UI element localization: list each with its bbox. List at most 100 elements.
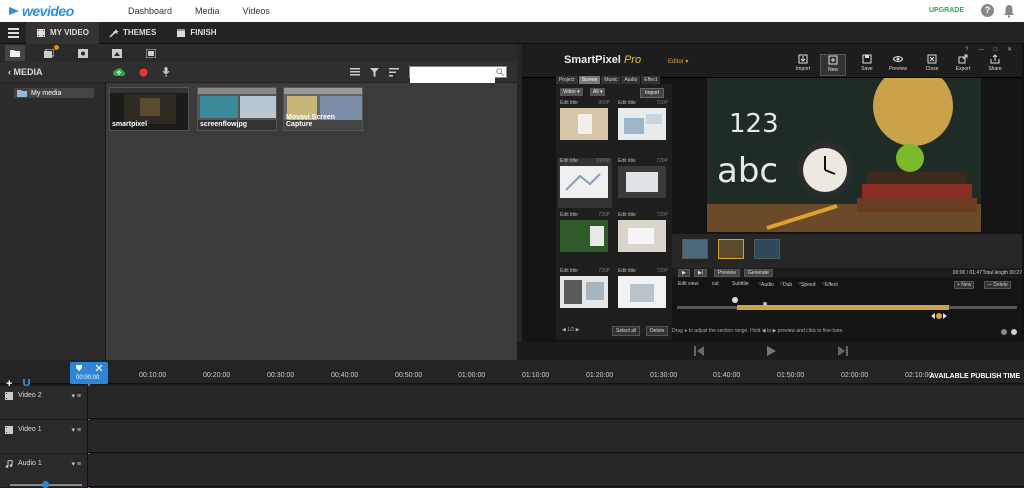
search-icon[interactable] xyxy=(496,68,504,76)
tab-finish[interactable]: FINISH xyxy=(166,22,226,44)
sp-preview-button[interactable]: Preview xyxy=(885,54,911,76)
sp-step-button[interactable]: ▶| xyxy=(694,269,708,277)
help-icon[interactable]: ? xyxy=(981,4,994,17)
option-dub[interactable]: ○ Dub xyxy=(780,281,792,288)
media-back-link[interactable]: ‹ MEDIA xyxy=(8,67,108,77)
clip-thumb[interactable] xyxy=(682,239,708,259)
sp-generate-button[interactable]: Generate xyxy=(744,269,773,277)
sp-tab-audio[interactable]: Audio xyxy=(621,76,642,84)
tab-my-video[interactable]: MY VIDEO xyxy=(26,21,99,44)
sp-close-label: Close xyxy=(925,66,939,72)
card-title: Edit title xyxy=(560,158,578,164)
sp-new-clip-button[interactable]: + New xyxy=(954,281,975,289)
filter-dropdown[interactable]: All ▾ xyxy=(590,88,606,96)
frames-tab-button[interactable] xyxy=(141,45,161,61)
wevideo-logo[interactable]: wevideo xyxy=(8,3,128,19)
library-card[interactable]: Edit title 720P xyxy=(558,268,612,318)
sp-tab-screen[interactable]: Screen xyxy=(578,76,602,84)
sp-play-button[interactable]: ▶ xyxy=(678,269,690,277)
stock-tab-button[interactable] xyxy=(73,45,93,61)
gallery-tab-button[interactable] xyxy=(39,45,59,61)
library-card[interactable]: Edit title 720P xyxy=(616,100,670,150)
library-import-button[interactable]: Import xyxy=(640,88,665,98)
library-card[interactable]: Edit title 720P xyxy=(616,212,670,262)
bell-icon[interactable] xyxy=(1002,4,1016,18)
media-thumb-smartpixel[interactable]: smartpixel xyxy=(109,87,189,131)
clip-thumb[interactable] xyxy=(754,239,780,259)
list-view-icon[interactable] xyxy=(350,68,360,76)
sp-share-button[interactable]: Share xyxy=(982,54,1008,76)
close-icon xyxy=(927,54,937,64)
library-card[interactable]: Edit title 720P xyxy=(616,268,670,318)
cloud-upload-icon[interactable] xyxy=(113,67,125,77)
record-icon[interactable] xyxy=(139,68,148,77)
preview-canvas[interactable]: 123 abc xyxy=(707,78,981,232)
templates-tab-button[interactable] xyxy=(107,45,127,61)
track-video-2[interactable]: Video 2 ▾ ≡ xyxy=(0,386,1024,419)
track-video-1[interactable]: Video 1 ▾ ≡ xyxy=(0,420,1024,453)
folder-my-media[interactable]: My media xyxy=(14,88,94,98)
folder-icon xyxy=(10,50,20,57)
upgrade-link[interactable]: UPGRADE xyxy=(929,7,964,14)
option-speed[interactable]: ○ Speed xyxy=(798,281,816,288)
sp-share-label: Share xyxy=(988,66,1002,72)
library-card-selected[interactable]: Edit title 1080P xyxy=(558,158,612,208)
track-menu-icon[interactable]: ▾ ≡ xyxy=(71,460,81,468)
library-card[interactable]: Edit title 960P xyxy=(558,100,612,150)
section-range-slider[interactable] xyxy=(677,296,1017,322)
sp-save-button[interactable]: Save xyxy=(854,54,880,76)
filter-icon[interactable] xyxy=(370,67,379,77)
library-card[interactable]: Edit title 720P xyxy=(616,158,670,208)
sp-tab-effect[interactable]: Effect xyxy=(641,76,661,84)
edit-view-value[interactable]: cut xyxy=(712,281,719,287)
sp-delete-clip-button[interactable]: — Delete xyxy=(984,281,1011,289)
sp-import-button[interactable]: Import xyxy=(790,54,816,76)
zoom-slider-knob[interactable] xyxy=(42,481,49,488)
microphone-icon[interactable] xyxy=(162,67,170,77)
option-dub-label: Dub xyxy=(783,282,793,288)
track-menu-icon[interactable]: ▾ ≡ xyxy=(71,426,81,434)
current-time: 00:00 / 01:47 xyxy=(952,270,982,276)
zoom-icons[interactable] xyxy=(1000,328,1018,336)
select-all-button[interactable]: Select all xyxy=(612,326,641,336)
library-card[interactable]: Edit title 720P xyxy=(558,212,612,262)
play-icon[interactable] xyxy=(765,345,777,357)
library-delete-button[interactable]: Delete xyxy=(646,326,669,336)
skip-forward-icon[interactable] xyxy=(837,345,849,357)
skip-back-icon[interactable] xyxy=(693,345,705,357)
option-subtitle[interactable]: Subtitle xyxy=(732,281,749,287)
sort-icon[interactable] xyxy=(389,67,399,77)
transport-controls xyxy=(517,342,1024,360)
type-dropdown[interactable]: Video ▾ xyxy=(560,88,583,96)
card-title: Edit title xyxy=(618,268,636,274)
option-effect[interactable]: ○ Effect xyxy=(822,281,838,288)
media-thumb-screenflow[interactable]: screenflowjpg xyxy=(197,87,277,131)
media-sidebar: My media xyxy=(0,83,106,360)
option-audio[interactable]: ○ Audio xyxy=(758,281,774,288)
search-input[interactable] xyxy=(410,73,495,84)
sp-tab-project[interactable]: Project xyxy=(556,76,579,84)
sp-export-label: Export xyxy=(955,66,971,72)
sp-close-button[interactable]: Close xyxy=(919,54,945,76)
timeline-ruler[interactable]: 00:10:00 00:20:00 00:30:00 00:40:00 00:5… xyxy=(0,360,1024,384)
media-search xyxy=(409,66,507,84)
nav-videos[interactable]: Videos xyxy=(243,6,270,16)
nav-media[interactable]: Media xyxy=(195,6,220,16)
tab-themes[interactable]: THEMES xyxy=(99,22,166,44)
editor-dropdown[interactable]: Editor ▾ xyxy=(668,58,688,65)
sp-export-button[interactable]: Export xyxy=(950,54,976,76)
sp-new-button[interactable]: New xyxy=(820,54,846,76)
drag-hint-text: Drag ● to adjust the section range. Hold… xyxy=(672,328,844,334)
track-audio-1[interactable]: Audio 1 ▾ ≡ xyxy=(0,454,1024,487)
option-effect-label: Effect xyxy=(825,282,838,288)
hamburger-menu-icon[interactable] xyxy=(0,27,26,38)
sp-tab-music[interactable]: Music xyxy=(601,76,622,84)
media-thumb-movavi[interactable]: Movavi Screen Capture xyxy=(283,87,363,131)
track-menu-icon[interactable]: ▾ ≡ xyxy=(71,392,81,400)
clip-thumb-selected[interactable] xyxy=(718,239,744,259)
library-pager[interactable]: ◀ 1/2 ▶ xyxy=(562,327,579,333)
folder-tab-button[interactable] xyxy=(5,45,25,61)
window-controls[interactable]: ? — □ ✕ xyxy=(965,46,1016,53)
sp-preview-toggle[interactable]: Preview xyxy=(714,269,740,277)
nav-dashboard[interactable]: Dashboard xyxy=(128,6,172,16)
